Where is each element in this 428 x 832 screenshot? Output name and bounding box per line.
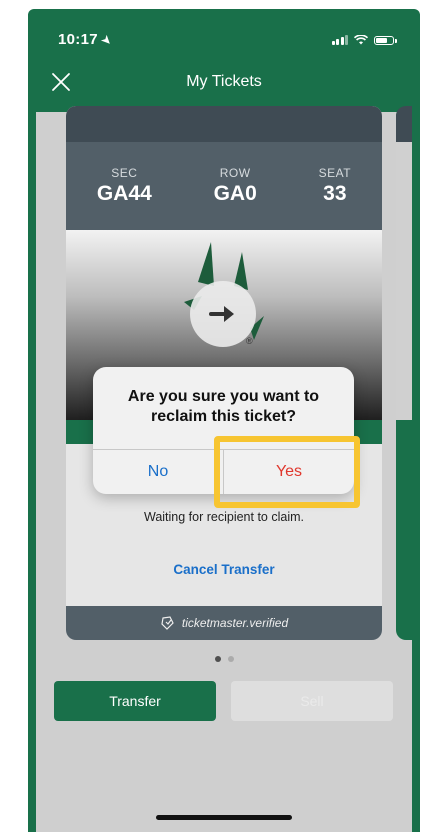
status-time: 10:17➤	[58, 31, 114, 49]
verified-text: ticketmaster.verified	[181, 616, 289, 630]
ticketmaster-verified-footer: ticketmaster.verified	[66, 606, 382, 640]
page-dot-active[interactable]	[214, 656, 221, 662]
row-info: ROW GA0	[214, 166, 257, 206]
seat-label: SEAT	[318, 166, 352, 180]
svg-text:®: ®	[246, 336, 253, 346]
wifi-icon	[354, 35, 368, 45]
cellular-signal-icon	[331, 35, 348, 45]
yes-highlight-box	[214, 436, 360, 508]
transfer-arrow-icon	[190, 281, 256, 347]
row-value: GA0	[213, 182, 257, 205]
section-label: SEC	[111, 166, 138, 180]
row-label: ROW	[219, 166, 251, 180]
header-bar: 10:17➤ My Tickets	[36, 9, 412, 112]
section-value: GA44	[96, 182, 152, 205]
next-ticket-card-peek[interactable]	[396, 106, 412, 640]
transfer-status-text: Waiting for recipient to claim.	[143, 510, 304, 524]
verified-ticket-icon	[161, 616, 174, 630]
seat-value: 33	[323, 182, 347, 205]
sell-button[interactable]: Sell	[231, 681, 393, 721]
screen: 10:17➤ My Tickets SEC GA44 ROW GA0 SEAT …	[36, 9, 412, 832]
page-indicator	[36, 656, 412, 662]
dialog-message: Are you sure you want to reclaim this ti…	[127, 388, 320, 425]
home-indicator[interactable]	[156, 815, 292, 820]
status-icons	[331, 35, 397, 45]
section-info: SEC GA44	[97, 166, 152, 206]
seat-info: SEC GA44 ROW GA0 SEAT 33	[66, 142, 382, 230]
phone-frame: 10:17➤ My Tickets SEC GA44 ROW GA0 SEAT …	[28, 9, 420, 832]
page-dot[interactable]	[227, 656, 234, 662]
no-button[interactable]: No	[93, 450, 223, 494]
page-title: My Tickets	[186, 73, 262, 90]
battery-icon	[374, 35, 397, 45]
seat-col-info: SEAT 33	[319, 166, 351, 206]
cancel-transfer-link[interactable]: Cancel Transfer	[66, 562, 382, 577]
location-arrow-icon: ➤	[98, 33, 114, 49]
transfer-button[interactable]: Transfer	[54, 681, 216, 721]
ticket-header	[66, 106, 382, 142]
